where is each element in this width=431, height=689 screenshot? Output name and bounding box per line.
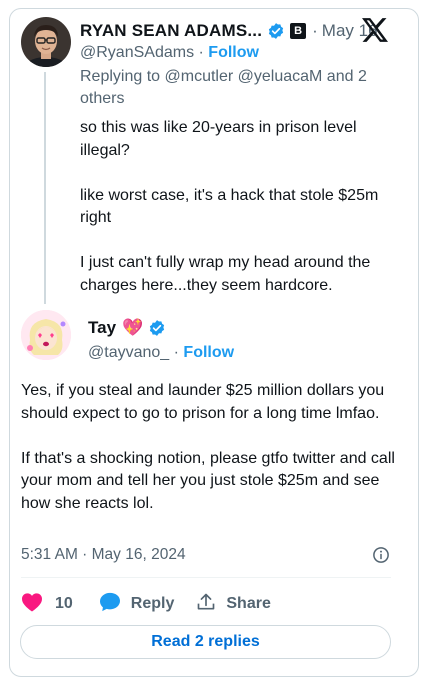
reply-text-paragraph: Yes, if you steal and launder $25 millio… <box>21 382 385 422</box>
like-button[interactable]: 10 <box>21 592 73 617</box>
reply-follow-link[interactable]: Follow <box>183 344 234 361</box>
header-separator: · <box>312 21 318 40</box>
reply-text-paragraph: If that's a shocking notion, please gtfo… <box>21 449 395 512</box>
replying-to-text[interactable]: Replying to @mcutler @yeluacaM and 2 oth… <box>80 66 390 110</box>
action-bar: 10 Reply Share <box>21 592 271 616</box>
reply-handle[interactable]: @tayvano_ <box>88 344 169 361</box>
parent-text-line: so this was like 20-years in prison leve… <box>80 119 357 159</box>
parent-display-name[interactable]: RYAN SEAN ADAMS... <box>80 21 262 41</box>
share-label: Share <box>226 595 271 612</box>
parent-text-line: like worst case, it's a hack that stole … <box>80 186 379 227</box>
reply-button[interactable]: Reply <box>99 592 175 617</box>
read-replies-button[interactable]: Read 2 replies <box>20 625 391 659</box>
x-logo-icon[interactable] <box>362 18 388 42</box>
reply-header-row: Tay 💖 <box>88 316 166 340</box>
thread-connector-line <box>44 72 46 304</box>
reply-handle-row: @tayvano_ · Follow <box>88 344 234 362</box>
parent-handle[interactable]: @RyanSAdams <box>80 44 194 61</box>
handle-separator: · <box>173 344 179 361</box>
parent-handle-row: @RyanSAdams · Follow <box>80 44 259 62</box>
share-button[interactable]: Share <box>196 592 271 617</box>
info-icon[interactable] <box>372 546 390 564</box>
reply-timestamp[interactable]: 5:31 AM · May 16, 2024 <box>21 546 186 564</box>
share-icon <box>196 592 216 617</box>
parent-tweet-text: so this was like 20-years in prison leve… <box>80 117 402 297</box>
verified-badge-icon <box>148 319 166 337</box>
handle-separator: · <box>198 44 204 61</box>
reply-label: Reply <box>130 595 175 612</box>
tay-avatar[interactable] <box>21 310 71 360</box>
reply-display-name[interactable]: Tay <box>88 318 116 338</box>
parent-text-line: I just can't fully wrap my head around t… <box>80 254 371 294</box>
ryan-avatar[interactable] <box>21 17 71 67</box>
verified-badge-icon <box>267 22 285 40</box>
parent-header-row: RYAN SEAN ADAMS... B · May 16 <box>80 18 378 44</box>
parent-follow-link[interactable]: Follow <box>208 44 259 61</box>
reply-bubble-icon <box>99 592 121 617</box>
reply-tweet-text: Yes, if you steal and launder $25 millio… <box>21 380 399 515</box>
affiliate-badge-icon: B <box>290 23 307 39</box>
divider <box>21 577 391 578</box>
name-heart-emoji: 💖 <box>122 318 144 337</box>
heart-icon <box>21 592 43 617</box>
like-count: 10 <box>55 595 73 612</box>
